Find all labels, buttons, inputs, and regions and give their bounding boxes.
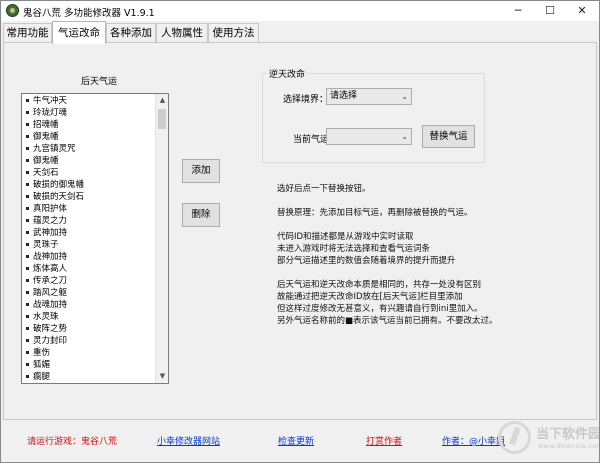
bullet-icon [26,363,29,366]
info-line: 部分气运描述里的数值会随着境界的提升而提升 [277,256,456,266]
info-line: 选好后点一下替换按钮。 [277,184,371,194]
replace-luck-button[interactable]: 替换气运 [422,125,475,148]
list-item[interactable]: 灵珠子 [22,239,156,251]
website-link[interactable]: 小幸修改器网站 [157,434,220,447]
bullet-icon [26,147,29,150]
realm-label: 选择境界： [283,95,329,105]
list-item[interactable]: 天剑石 [22,167,156,179]
list-item[interactable]: 真阳护体 [22,203,156,215]
bullet-icon [26,375,29,378]
list-item[interactable]: 水灵珠 [22,311,156,323]
tab-various-add[interactable]: 各种添加 [106,23,156,43]
bullet-icon [26,267,29,270]
bullet-icon [26,99,29,102]
bullet-icon [26,255,29,258]
current-luck-label: 当前气运 [293,135,330,145]
run-game-status: 请运行游戏：鬼谷八荒 [27,437,118,447]
list-item[interactable]: 破损的天剑石 [22,191,156,203]
chevron-down-icon: ⌄ [401,92,408,101]
list-item[interactable]: 牛气冲天 [22,95,156,107]
watermark-text: 当下软件园 [536,427,600,442]
list-item[interactable]: 御鬼幡 [22,155,156,167]
current-luck-select[interactable]: ⌄ [326,128,412,145]
info-line: 另外气运名称前的■表示该气运当前已拥有。不要改太过。 [277,316,498,326]
info-line: 故能通过把逆天改命ID放在[后天气运]栏目里添加 [277,292,463,302]
tab-common-functions[interactable]: 常用功能 [3,23,52,43]
chevron-down-icon: ⌄ [401,132,408,141]
list-item[interactable]: 狐媚 [22,359,156,371]
app-logo-icon [6,4,19,17]
bullet-icon [26,123,29,126]
luck-change-group [262,73,485,163]
acquired-luck-list[interactable]: 牛气冲天 玲珑灯魂 招魂幡 御鬼幡 九宫镇灵咒 御鬼幡 天剑石 破损的御鬼幡 破… [21,93,169,384]
realm-select[interactable]: 请选择 ⌄ [326,88,412,105]
tab-character-attributes[interactable]: 人物属性 [156,23,208,43]
info-line: 替换原理：先添加目标气运，再删除被替换的气运。 [277,208,473,218]
list-item[interactable]: 破损的御鬼幡 [22,179,156,191]
list-item[interactable]: 战神加持 [22,251,156,263]
group-title: 逆天改命 [267,67,308,80]
bullet-icon [26,135,29,138]
list-item[interactable]: 九宫镇灵咒 [22,143,156,155]
bullet-icon [26,243,29,246]
bullet-icon [26,339,29,342]
scroll-down-icon[interactable]: ▼ [156,370,168,383]
bullet-icon [26,291,29,294]
window-title: 鬼谷八荒 多功能修改器 V1.9.1 [23,8,155,19]
realm-select-value: 请选择 [330,91,358,101]
watermark-logo-icon [498,421,531,454]
bullet-icon [26,195,29,198]
bullet-icon [26,159,29,162]
check-update-link[interactable]: 检查更新 [278,434,314,447]
list-item[interactable]: 灵力封印 [22,335,156,347]
bullet-icon [26,111,29,114]
list-item[interactable]: 踏风之躯 [22,287,156,299]
bullet-icon [26,315,29,318]
info-line: 未进入游戏时将无法选择和查看气运词条 [277,244,431,254]
bullet-icon [26,207,29,210]
add-button[interactable]: 添加 [182,159,220,183]
scroll-thumb[interactable] [158,109,166,129]
close-icon[interactable]: ✕ [565,1,599,21]
list-item[interactable]: 玲珑灯魂 [22,107,156,119]
author-link[interactable]: 作者：@小幸姐 [442,434,505,447]
info-line: 但这样过度修改无甚意义，有兴趣请自行到ini里加入。 [277,304,483,314]
maximize-icon[interactable]: ☐ [533,1,567,21]
list-item[interactable]: 瘸腿 [22,371,156,383]
info-line: 代码ID和描述都是从游戏中实时读取 [277,232,414,242]
list-item[interactable]: 炼体高人 [22,263,156,275]
list-item[interactable]: 重伤 [22,347,156,359]
title-bar[interactable]: 鬼谷八荒 多功能修改器 V1.9.1 ─ ☐ ✕ [1,1,599,21]
list-item[interactable]: 传承之刀 [22,275,156,287]
list-item[interactable]: 武神加持 [22,227,156,239]
watermark: 当下软件园 www.downxia.com [498,419,600,459]
watermark-url: www.downxia.com [538,442,600,450]
bullet-icon [26,351,29,354]
list-scrollbar[interactable]: ▲ ▼ [155,94,168,383]
list-item[interactable]: 御鬼幡 [22,131,156,143]
tab-bar: 常用功能 气运改命 各种添加 人物属性 使用方法 [1,21,599,44]
list-item[interactable]: 战魂加持 [22,299,156,311]
bullet-icon [26,171,29,174]
bullet-icon [26,219,29,222]
bullet-icon [26,303,29,306]
donate-link[interactable]: 打赏作者 [366,434,402,447]
tab-luck-change[interactable]: 气运改命 [52,21,106,44]
delete-button[interactable]: 删除 [182,203,220,227]
list-caption: 后天气运 [81,77,118,87]
bullet-icon [26,279,29,282]
bullet-icon [26,327,29,330]
app-window: 鬼谷八荒 多功能修改器 V1.9.1 ─ ☐ ✕ 常用功能 气运改命 各种添加 … [0,0,600,463]
scroll-up-icon[interactable]: ▲ [156,94,168,107]
bullet-icon [26,231,29,234]
list-item[interactable]: 破阵之势 [22,323,156,335]
list-item[interactable]: 招魂幡 [22,119,156,131]
minimize-icon[interactable]: ─ [501,1,535,21]
bullet-icon [26,183,29,186]
list-item[interactable]: 蕴灵之力 [22,215,156,227]
tab-usage-guide[interactable]: 使用方法 [208,23,259,43]
info-line: 后天气运和逆天改命本质是相同的，共存一处没有区别 [277,280,482,290]
